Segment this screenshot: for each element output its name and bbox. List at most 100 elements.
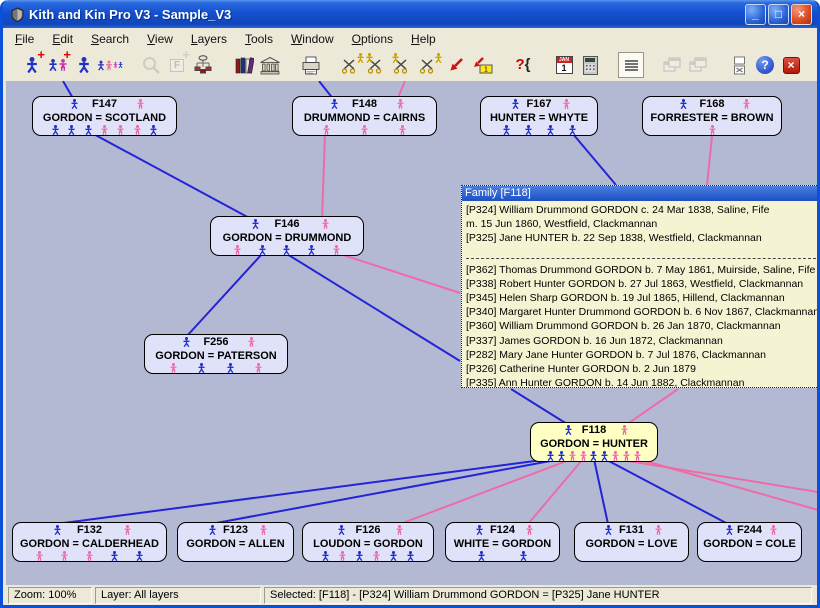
child-icon[interactable] [524, 125, 533, 135]
text-view-icon[interactable] [618, 52, 644, 78]
select-pointer-icon[interactable] [443, 52, 469, 78]
print-icon[interactable] [298, 52, 324, 78]
link-person-icon[interactable] [391, 52, 417, 78]
family-details-icon[interactable] [97, 52, 123, 78]
unlink-spouse-icon[interactable] [365, 52, 391, 78]
menu-item-search[interactable]: Search [82, 30, 138, 48]
child-icon[interactable] [338, 551, 347, 561]
family-box-f148[interactable]: F148DRUMMOND = CAIRNS [292, 96, 437, 136]
mother-icon[interactable] [396, 99, 405, 109]
child-icon[interactable] [600, 451, 609, 461]
menu-item-file[interactable]: File [6, 30, 43, 48]
child-icon[interactable] [197, 363, 206, 373]
child-icon[interactable] [568, 125, 577, 135]
goto-bookmark-icon[interactable]: 1 [469, 52, 495, 78]
calculator-icon[interactable] [577, 52, 603, 78]
child-icon[interactable] [169, 363, 178, 373]
family-box-f132[interactable]: F132GORDON = CALDERHEAD [12, 522, 167, 562]
family-box-f167[interactable]: F167HUNTER = WHYTE [480, 96, 598, 136]
child-icon[interactable] [135, 551, 144, 561]
menu-item-view[interactable]: View [138, 30, 182, 48]
child-icon[interactable] [322, 125, 331, 135]
close-button[interactable]: × [791, 4, 812, 25]
child-icon[interactable] [85, 551, 94, 561]
child-icon[interactable] [622, 451, 631, 461]
family-box-f126[interactable]: F126LOUDON = GORDON [302, 522, 434, 562]
minimize-button[interactable]: _ [745, 4, 766, 25]
person-details-icon[interactable] [71, 52, 97, 78]
child-icon[interactable] [110, 551, 119, 561]
child-icon[interactable] [100, 125, 109, 135]
child-icon[interactable] [355, 551, 364, 561]
link-spouse-icon[interactable] [417, 52, 443, 78]
mother-icon[interactable] [123, 525, 132, 535]
child-icon[interactable] [546, 451, 555, 461]
help-icon[interactable]: ? [752, 52, 778, 78]
menu-item-edit[interactable]: Edit [43, 30, 82, 48]
child-icon[interactable] [51, 125, 60, 135]
child-icon[interactable] [589, 451, 598, 461]
mother-icon[interactable] [395, 525, 404, 535]
child-icon[interactable] [579, 451, 588, 461]
mother-icon[interactable] [247, 337, 256, 347]
child-icon[interactable] [307, 245, 316, 255]
family-box-f168[interactable]: F168FORRESTER = BROWN [642, 96, 782, 136]
menu-item-help[interactable]: Help [402, 30, 445, 48]
family-box-f147[interactable]: F147GORDON = SCOTLAND [32, 96, 177, 136]
family-box-f124[interactable]: F124WHITE = GORDON [445, 522, 560, 562]
child-icon[interactable] [398, 125, 407, 135]
title-bar[interactable]: Kith and Kin Pro V3 - Sample_V3 _□× [3, 0, 817, 28]
mother-icon[interactable] [654, 525, 663, 535]
tile-windows-icon[interactable] [685, 52, 711, 78]
menu-item-options[interactable]: Options [343, 30, 402, 48]
child-icon[interactable] [372, 551, 381, 561]
family-box-f146[interactable]: F146GORDON = DRUMMOND [210, 216, 364, 256]
child-icon[interactable] [557, 451, 566, 461]
unlink-person-icon[interactable] [339, 52, 365, 78]
child-icon[interactable] [360, 125, 369, 135]
mother-icon[interactable] [562, 99, 571, 109]
archive-icon[interactable] [257, 52, 283, 78]
add-family-icon[interactable]: + [45, 52, 71, 78]
child-icon[interactable] [519, 551, 528, 561]
child-icon[interactable] [502, 125, 511, 135]
mother-icon[interactable] [620, 425, 629, 435]
exit-icon[interactable]: × [778, 52, 804, 78]
child-icon[interactable] [84, 125, 93, 135]
child-icon[interactable] [233, 245, 242, 255]
mother-icon[interactable] [321, 219, 330, 229]
mother-icon[interactable] [769, 525, 778, 535]
family-box-f244[interactable]: F244GORDON = COLE [697, 522, 802, 562]
cascade-windows-icon[interactable] [659, 52, 685, 78]
child-icon[interactable] [282, 245, 291, 255]
calendar-icon[interactable]: JAN1 [551, 52, 577, 78]
child-icon[interactable] [708, 125, 717, 135]
zoom-actual-icon[interactable] [138, 52, 164, 78]
child-icon[interactable] [332, 245, 341, 255]
mother-icon[interactable] [742, 99, 751, 109]
child-icon[interactable] [633, 451, 642, 461]
child-icon[interactable] [60, 551, 69, 561]
menu-item-tools[interactable]: Tools [236, 30, 282, 48]
child-icon[interactable] [254, 363, 263, 373]
child-icon[interactable] [133, 125, 142, 135]
find-family-icon[interactable]: F+ [164, 52, 190, 78]
child-icon[interactable] [116, 125, 125, 135]
child-icon[interactable] [258, 245, 267, 255]
child-icon[interactable] [546, 125, 555, 135]
child-icon[interactable] [67, 125, 76, 135]
child-icon[interactable] [321, 551, 330, 561]
mother-icon[interactable] [525, 525, 534, 535]
mother-icon[interactable] [136, 99, 145, 109]
tree-chart-icon[interactable] [190, 52, 216, 78]
child-icon[interactable] [149, 125, 158, 135]
child-icon[interactable] [226, 363, 235, 373]
add-person-icon[interactable]: + [19, 52, 45, 78]
family-box-f123[interactable]: F123GORDON = ALLEN [177, 522, 294, 562]
child-icon[interactable] [477, 551, 486, 561]
family-box-f131[interactable]: F131GORDON = LOVE [574, 522, 689, 562]
menu-item-window[interactable]: Window [282, 30, 343, 48]
sources-icon[interactable] [231, 52, 257, 78]
child-icon[interactable] [406, 551, 415, 561]
child-icon[interactable] [389, 551, 398, 561]
